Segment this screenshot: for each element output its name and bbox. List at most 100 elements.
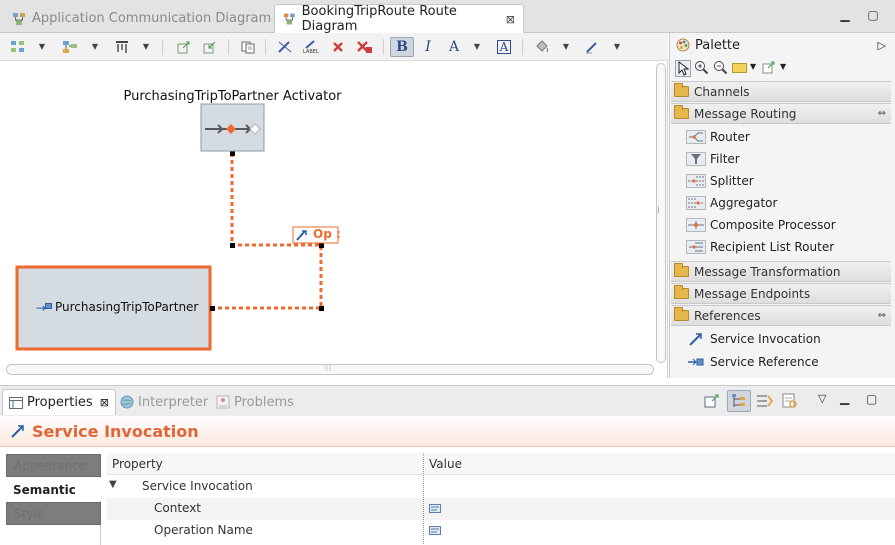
tab-problems[interactable]: Problems [210,389,300,415]
layout-icon[interactable] [60,37,80,57]
palette: Palette ▷ ▼ ▼ Channels Message Routing ⇔… [669,33,895,378]
column-header-property[interactable]: Property [107,453,423,475]
drawer-label: Channels [694,84,750,99]
close-icon[interactable]: ⊠ [506,13,515,26]
properties-icon [9,396,23,409]
select-pointer-icon[interactable] [675,60,691,77]
pin-icon[interactable]: ⇔ [878,310,886,321]
maximize-icon[interactable]: ▢ [866,392,877,406]
note-icon[interactable] [732,63,747,73]
vertical-scrollbar[interactable]: ⁞ [654,61,667,364]
tab-interpreter[interactable]: Interpreter [114,389,214,415]
folder-icon [674,263,689,277]
activator-label: PurchasingTripToPartner Activator [123,89,342,104]
chevron-down-icon[interactable]: ▼ [780,62,786,71]
drawer-message-routing[interactable]: Message Routing ⇔ [671,103,891,124]
select-tool-icon[interactable] [8,37,28,57]
palette-item-service-reference[interactable]: Service Reference [686,352,819,372]
close-icon[interactable]: ⊠ [100,396,109,409]
zoom-out-icon[interactable] [713,60,728,78]
chevron-down-icon[interactable]: ▼ [612,37,622,57]
table-row[interactable]: Context [107,498,895,520]
palette-item-label: Splitter [710,174,754,188]
delete-from-model-icon[interactable] [354,37,376,57]
collapse-palette-icon[interactable]: ▷ [878,39,886,52]
line-color-icon[interactable] [582,37,602,57]
svg-text:LABEL: LABEL [303,49,319,54]
expand-triangle-icon[interactable]: ▼ [109,479,117,490]
drawer-label: Message Endpoints [694,286,811,301]
import-icon[interactable] [200,37,220,57]
diagram-canvas[interactable]: PurchasingTripToPartner Activator → Purc… [0,61,668,378]
zoom-in-icon[interactable] [694,60,709,78]
palette-item-router[interactable]: Router [686,127,750,147]
palette-item-composite-processor[interactable]: Composite Processor [686,215,836,235]
maximize-icon[interactable]: ▢ [866,8,880,22]
pin-view-icon[interactable] [704,393,720,412]
chevron-down-icon[interactable]: ▼ [750,62,756,71]
chevron-down-icon[interactable]: ▼ [472,37,482,57]
chevron-down-icon[interactable]: ▼ [37,37,47,57]
palette-item-aggregator[interactable]: Aggregator [686,193,777,213]
palette-sash-grip[interactable]: ⁞ [657,205,660,215]
palette-title: Palette [695,37,741,53]
font-icon: A [496,40,512,54]
column-header-value[interactable]: Value [424,453,895,475]
column-divider[interactable] [423,453,424,545]
drawer-message-transformation[interactable]: Message Transformation [671,261,891,282]
connector-handle [319,243,324,248]
pin-icon[interactable]: ⇔ [878,108,886,119]
restore-default-icon[interactable] [782,393,798,412]
chevron-down-icon[interactable]: ▼ [141,37,151,57]
properties-title: Service Invocation [32,421,199,441]
font-color-button[interactable]: A [444,37,464,57]
tab-label: Interpreter [138,394,209,410]
drawer-channels[interactable]: Channels [671,81,891,102]
palette-item-service-invocation[interactable]: Service Invocation [686,329,821,349]
tab-application-communication-diagram[interactable]: Application Communication Diagram [4,4,279,33]
table-row[interactable]: ▼ Service Invocation [107,476,895,498]
drawer-message-endpoints[interactable]: Message Endpoints [671,283,891,304]
hide-label-icon[interactable]: LABEL [301,37,321,57]
fill-color-icon[interactable] [532,37,552,57]
drawer-references[interactable]: References ⇔ [671,305,891,326]
op-label: Op : [313,227,341,241]
italic-button[interactable]: I [418,37,438,57]
section-tab-semantic[interactable]: Semantic [6,478,101,501]
align-icon[interactable] [112,37,132,57]
palette-item-recipient-list-router[interactable]: Recipient List Router [686,237,834,257]
palette-item-splitter[interactable]: Splitter [686,171,754,191]
service-reference-box-icon [45,303,52,309]
bold-button[interactable]: B [390,37,414,57]
chevron-down-icon[interactable]: ▼ [561,37,571,57]
palette-item-label: Router [710,130,750,144]
filter-icon [686,152,706,166]
value-field-icon[interactable] [429,526,441,535]
globe-icon [120,395,134,409]
editor-tab-bar: Application Communication Diagram Bookin… [0,0,895,34]
show-categories-button[interactable] [727,390,751,412]
folder-open-icon [674,105,689,119]
horizontal-scrollbar[interactable]: ⁝⁝⁝ [6,364,654,376]
tab-bookingtriproute-route-diagram[interactable]: BookingTripRoute Route Diagram ⊠ [274,4,524,34]
minimize-icon[interactable]: ▁ [838,8,852,22]
section-tab-appearance[interactable]: Appearance [6,454,101,477]
minimize-icon[interactable]: ▁ [840,391,849,405]
tab-label: Problems [234,394,294,410]
chevron-down-icon[interactable]: ▼ [90,37,100,57]
table-row[interactable]: Operation Name [107,520,895,542]
delete-icon[interactable] [328,37,348,57]
recipient-list-router-icon [686,240,706,254]
hide-connector-icon[interactable] [275,37,295,57]
section-tab-style[interactable]: Style [6,502,101,525]
view-menu-icon[interactable]: ▽ [818,392,826,405]
export-icon[interactable] [174,37,194,57]
copy-icon[interactable] [238,37,258,57]
tab-properties[interactable]: Properties ⊠ [2,389,116,415]
palette-item-filter[interactable]: Filter [686,149,740,169]
filter-properties-icon[interactable] [756,393,774,412]
font-button[interactable]: A [494,37,514,57]
value-field-icon[interactable] [429,504,441,513]
folder-icon [674,285,689,299]
add-link-icon[interactable] [762,60,777,78]
